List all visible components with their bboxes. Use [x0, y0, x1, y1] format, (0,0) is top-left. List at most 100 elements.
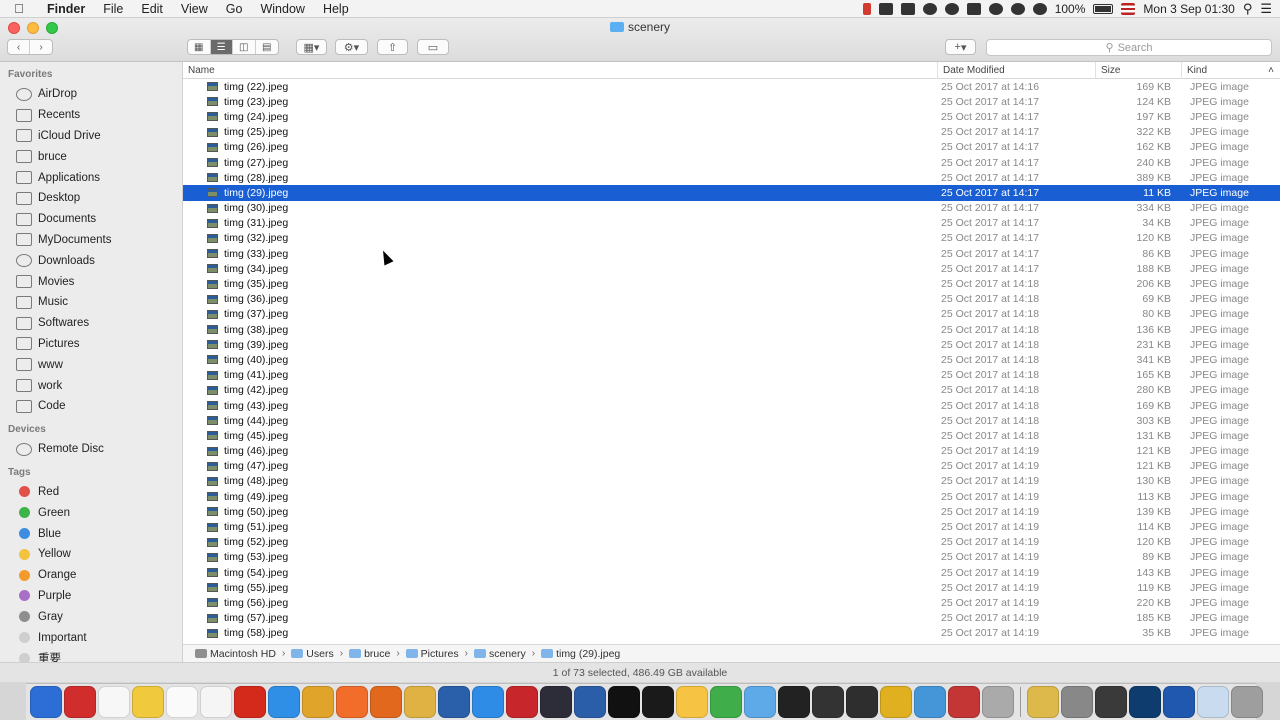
dock-app-icon[interactable] — [268, 686, 300, 718]
path-crumb-macintosh-hd[interactable]: Macintosh HD — [195, 648, 276, 660]
sidebar-item-applications[interactable]: Applications — [0, 167, 182, 188]
sync-icon[interactable] — [1010, 3, 1025, 15]
dock-app-icon[interactable] — [438, 686, 470, 718]
dock-app-icon[interactable] — [846, 686, 878, 718]
dock-app-icon[interactable] — [778, 686, 810, 718]
sidebar-item-bruce[interactable]: bruce — [0, 146, 182, 167]
table-row[interactable]: timg (33).jpeg 25 Oct 2017 at 14:17 86 KB J… — [183, 246, 1280, 261]
table-row[interactable]: timg (37).jpeg 25 Oct 2017 at 14:18 80 KB J… — [183, 307, 1280, 322]
dock-app-icon[interactable] — [98, 686, 130, 718]
table-row[interactable]: timg (51).jpeg 25 Oct 2017 at 14:19 114 KB… — [183, 519, 1280, 534]
sidebar-item-www[interactable]: www — [0, 354, 182, 375]
table-row[interactable]: timg (26).jpeg 25 Oct 2017 at 14:17 162 KB… — [183, 140, 1280, 155]
table-row[interactable]: timg (47).jpeg 25 Oct 2017 at 14:19 121 KB… — [183, 459, 1280, 474]
action-button[interactable]: ⚙▾ — [335, 39, 368, 55]
sidebar-tag-purple[interactable]: Purple — [0, 586, 182, 607]
apple-icon[interactable]:  — [0, 1, 38, 16]
path-crumb-scenery[interactable]: scenery — [473, 648, 526, 660]
table-row[interactable]: timg (22).jpeg 25 Oct 2017 at 14:16 169 KB… — [183, 79, 1280, 94]
sidebar-item-code[interactable]: Code — [0, 396, 182, 417]
path-crumb-pictures[interactable]: Pictures — [405, 648, 459, 660]
table-row[interactable]: timg (45).jpeg 25 Oct 2017 at 14:18 131 KB… — [183, 428, 1280, 443]
dock-app-icon[interactable] — [676, 686, 708, 718]
camera-icon[interactable] — [878, 3, 893, 15]
dock-app-icon[interactable] — [608, 686, 640, 718]
table-row[interactable]: timg (25).jpeg 25 Oct 2017 at 14:17 322 KB… — [183, 125, 1280, 140]
sidebar-item-pictures[interactable]: Pictures — [0, 334, 182, 355]
menu-help[interactable]: Help — [314, 0, 358, 18]
recording-icon[interactable] — [862, 3, 871, 15]
table-row[interactable]: timg (32).jpeg 25 Oct 2017 at 14:17 120 KB… — [183, 231, 1280, 246]
table-row[interactable]: timg (41).jpeg 25 Oct 2017 at 14:18 165 KB… — [183, 368, 1280, 383]
menu-edit[interactable]: Edit — [132, 0, 172, 18]
wifi-icon[interactable] — [1032, 3, 1047, 15]
sidebar-item-airdrop[interactable]: AirDrop — [0, 84, 182, 105]
dock-app-icon[interactable] — [64, 686, 96, 718]
battery-icon[interactable] — [1093, 4, 1114, 14]
sidebar-item-downloads[interactable]: Downloads — [0, 250, 182, 271]
notification-center-icon[interactable]: ☰ — [1260, 1, 1272, 17]
column-name-header[interactable]: Name — [183, 62, 938, 79]
table-row[interactable]: timg (58).jpeg 25 Oct 2017 at 14:19 35 KB J… — [183, 626, 1280, 641]
path-crumb-users[interactable]: Users — [291, 648, 334, 660]
dock-app-icon[interactable] — [132, 686, 164, 718]
sidebar-item-remote-disc[interactable]: Remote Disc — [0, 439, 182, 460]
menu-finder[interactable]: Finder — [38, 0, 94, 18]
menu-window[interactable]: Window — [251, 0, 313, 18]
dock-app-icon[interactable] — [472, 686, 504, 718]
table-row[interactable]: timg (39).jpeg 25 Oct 2017 at 14:18 231 KB… — [183, 337, 1280, 352]
input-source-flag-icon[interactable] — [1121, 3, 1136, 15]
dock-app-icon[interactable] — [1163, 686, 1195, 718]
dock-app-icon[interactable] — [1095, 686, 1127, 718]
menu-clock[interactable]: Mon 3 Sep 01:30 — [1143, 2, 1234, 16]
spotlight-search-icon[interactable]: ⚲ — [1243, 1, 1253, 17]
table-row[interactable]: timg (30).jpeg 25 Oct 2017 at 14:17 334 KB… — [183, 201, 1280, 216]
menu-file[interactable]: File — [94, 0, 132, 18]
sidebar-tag-orange[interactable]: Orange — [0, 565, 182, 586]
table-row[interactable]: timg (23).jpeg 25 Oct 2017 at 14:17 124 KB… — [183, 94, 1280, 109]
sidebar-tag-yellow[interactable]: Yellow — [0, 544, 182, 565]
table-row[interactable]: timg (31).jpeg 25 Oct 2017 at 14:17 34 KB J… — [183, 216, 1280, 231]
sidebar-item-softwares[interactable]: Softwares — [0, 313, 182, 334]
new-item-button[interactable]: + ▾ — [945, 39, 976, 55]
dock-app-icon[interactable] — [642, 686, 674, 718]
icon-view-button[interactable]: ▦ — [188, 40, 211, 54]
sidebar-item-mydocuments[interactable]: MyDocuments — [0, 230, 182, 251]
table-row[interactable]: timg (29).jpeg 25 Oct 2017 at 14:17 11 KB J… — [183, 185, 1280, 201]
path-crumb-bruce[interactable]: bruce — [349, 648, 390, 660]
dock-app-icon[interactable] — [1129, 686, 1161, 718]
sidebar-tag-blue[interactable]: Blue — [0, 523, 182, 544]
dock-app-icon[interactable] — [30, 686, 62, 718]
dock-app-icon[interactable] — [710, 686, 742, 718]
table-row[interactable]: timg (49).jpeg 25 Oct 2017 at 14:19 113 KB… — [183, 489, 1280, 504]
sidebar-tag-green[interactable]: Green — [0, 502, 182, 523]
table-row[interactable]: timg (28).jpeg 25 Oct 2017 at 14:17 389 KB… — [183, 170, 1280, 185]
sidebar-item-documents[interactable]: Documents — [0, 209, 182, 230]
dock-app-icon[interactable] — [1027, 686, 1059, 718]
qq-icon[interactable] — [922, 3, 937, 15]
dock-app-icon[interactable] — [574, 686, 606, 718]
menu-go[interactable]: Go — [217, 0, 252, 18]
table-row[interactable]: timg (43).jpeg 25 Oct 2017 at 14:18 169 KB… — [183, 398, 1280, 413]
dock-app-icon[interactable] — [302, 686, 334, 718]
table-row[interactable]: timg (34).jpeg 25 Oct 2017 at 14:17 188 KB… — [183, 261, 1280, 276]
dock-app-icon[interactable] — [166, 686, 198, 718]
table-row[interactable]: timg (52).jpeg 25 Oct 2017 at 14:19 120 KB… — [183, 535, 1280, 550]
table-row[interactable]: timg (27).jpeg 25 Oct 2017 at 14:17 240 KB… — [183, 155, 1280, 170]
dock-app-icon[interactable] — [540, 686, 572, 718]
table-row[interactable]: timg (44).jpeg 25 Oct 2017 at 14:18 303 KB… — [183, 413, 1280, 428]
table-row[interactable]: timg (46).jpeg 25 Oct 2017 at 14:19 121 KB… — [183, 444, 1280, 459]
list-view-button[interactable]: ☰ — [210, 40, 233, 54]
dock-app-icon[interactable] — [1231, 686, 1263, 718]
search-field[interactable]: ⚲ Search — [986, 39, 1272, 56]
table-row[interactable]: timg (42).jpeg 25 Oct 2017 at 14:18 280 KB… — [183, 383, 1280, 398]
menu-view[interactable]: View — [172, 0, 217, 18]
arrange-button[interactable]: ▦▾ — [296, 39, 327, 55]
sidebar-item-recents[interactable]: Recents — [0, 105, 182, 126]
dock-app-icon[interactable] — [744, 686, 776, 718]
send-icon[interactable] — [966, 3, 981, 15]
dock-app-icon[interactable] — [336, 686, 368, 718]
table-row[interactable]: timg (54).jpeg 25 Oct 2017 at 14:19 143 KB… — [183, 565, 1280, 580]
cloud-icon[interactable] — [988, 3, 1003, 15]
dock-app-icon[interactable] — [1197, 686, 1229, 718]
